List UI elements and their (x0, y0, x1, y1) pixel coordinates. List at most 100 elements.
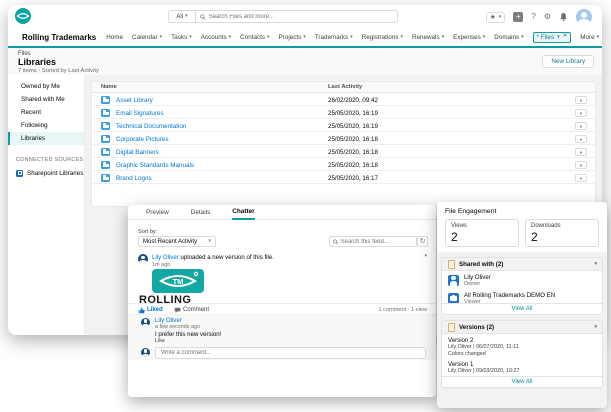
new-library-button[interactable]: New Library (542, 55, 594, 68)
tab-details[interactable]: Details (191, 209, 211, 219)
row-actions-menu[interactable]: ▾ (575, 108, 587, 117)
chevron-down-icon[interactable]: ▾ (557, 34, 560, 40)
search-scope-selector[interactable]: All ▾ (168, 10, 195, 23)
row-actions-menu[interactable]: ▾ (575, 147, 587, 156)
list-item[interactable]: Lily Oliver Owner (442, 271, 602, 289)
table-row: Corporate Pictures 25/05/2020, 16:18 ▾ (92, 132, 595, 145)
list-item[interactable]: Version 2 Lily Oliver | 06/07/2020, 11:1… (442, 334, 602, 358)
search-input[interactable] (208, 13, 393, 20)
version-name[interactable]: Version 1 (448, 361, 596, 368)
column-header-name[interactable]: Name (101, 84, 117, 90)
tab-preview[interactable]: Preview (146, 209, 169, 219)
nav-tab-expenses[interactable]: Expenses ▾ (453, 34, 485, 41)
shared-with-view-all-link[interactable]: View All (442, 303, 602, 314)
versions-card: Versions (2) ▾ Version 2 Lily Oliver | 0… (441, 320, 603, 388)
nav-tab-contacts[interactable]: Contacts ▾ (240, 34, 269, 41)
sidebar-item-recent[interactable]: Recent (8, 106, 84, 119)
search-icon (333, 238, 339, 244)
nav-tab-domains[interactable]: Domains ▾ (494, 34, 523, 41)
library-name-link[interactable]: Digital Banners (116, 149, 159, 156)
sidebar-item-libraries[interactable]: Libraries (8, 132, 84, 145)
library-name-link[interactable]: Asset Library (116, 97, 153, 104)
add-icon[interactable]: + (513, 12, 524, 22)
nav-tab-home[interactable]: Home (106, 34, 123, 41)
page-title: Libraries (18, 57, 57, 67)
library-name-link[interactable]: Email Signatures (116, 110, 164, 117)
table-row: Brand Logos 25/05/2020, 16:17 ▾ (92, 171, 595, 184)
sidebar-item-shared-with-me[interactable]: Shared with Me (8, 93, 84, 106)
nav-tab-projects[interactable]: Projects ▾ (279, 34, 306, 41)
app-name: Rolling Trademarks (22, 32, 97, 42)
comment-button[interactable]: Comment (174, 307, 209, 314)
global-header: All ▾ ★ ▾ + ? ⚙ (8, 5, 602, 28)
row-actions-menu[interactable]: ▾ (575, 134, 587, 143)
chevron-down-icon: ▾ (267, 33, 270, 40)
sort-order-value: Most Recent Activity (143, 238, 198, 245)
nav-tab-calendar[interactable]: Calendar ▾ (132, 34, 162, 41)
favorites-control[interactable]: ★ ▾ (485, 11, 506, 23)
library-folder-icon (101, 173, 110, 182)
library-name-link[interactable]: Corporate Pictures (116, 136, 169, 143)
nav-more-menu[interactable]: More ▾ (580, 34, 599, 41)
sort-order-select[interactable]: Most Recent Activity ▾ (138, 236, 216, 247)
row-actions-menu[interactable]: ▾ (575, 95, 587, 104)
post-author-link[interactable]: Lily Oliver (152, 254, 179, 261)
nav-tab-trademarks[interactable]: Trademarks ▾ (315, 34, 353, 41)
tab-chatter[interactable]: Chatter (232, 208, 255, 220)
list-item[interactable]: Version 1 Lily Oliver | 09/03/2020, 10:2… (442, 358, 602, 376)
shared-user-name[interactable]: Lily Oliver (464, 274, 491, 281)
files-sidebar: Owned by Me Shared with Me Recent Follow… (8, 75, 85, 335)
nav-tabs: Home Calendar ▾ Tasks ▾ Accounts ▾ Contacts… (106, 31, 599, 43)
shared-with-header[interactable]: Shared with (2) ▾ (442, 258, 602, 271)
row-actions-menu[interactable]: ▾ (575, 121, 587, 130)
refresh-feed-icon[interactable]: ↻ (417, 236, 428, 247)
global-search: All ▾ (168, 10, 398, 23)
nav-tab-files-active[interactable]: * Files ▾ ✕ (532, 31, 572, 43)
close-icon[interactable]: ✕ (563, 34, 568, 40)
file-preview-thumbnail[interactable]: TM ROLLING (138, 269, 222, 303)
sidebar-item-sharepoint-libraries[interactable]: Sharepoint Libraries (8, 166, 84, 180)
chevron-down-icon: ▾ (596, 33, 600, 40)
last-activity-value: 26/02/2020, 09:42 (328, 96, 378, 104)
notifications-bell-icon[interactable] (559, 12, 568, 22)
library-name-link[interactable]: Graphic Standards Manuals (116, 162, 194, 169)
row-actions-menu[interactable]: ▾ (575, 160, 587, 169)
user-avatar[interactable] (576, 9, 592, 25)
chevron-down-icon[interactable]: ▾ (594, 324, 597, 330)
help-icon[interactable]: ? (531, 13, 535, 21)
library-folder-icon (101, 121, 110, 130)
nav-tab-registrations[interactable]: Registrations ▾ (362, 34, 403, 41)
chevron-down-icon[interactable]: ▾ (594, 261, 597, 267)
last-activity-value: 25/05/2020, 16:18 (328, 161, 378, 169)
libraries-table: Name Last Activity Asset Library 26/02/2… (91, 81, 596, 207)
comment-like-link[interactable]: Like (155, 338, 165, 344)
comment-author-link[interactable]: Lily Oliver (155, 317, 182, 324)
chevron-down-icon: ▾ (350, 33, 353, 40)
versions-header[interactable]: Versions (2) ▾ (442, 321, 602, 334)
table-row: Graphic Standards Manuals 25/05/2020, 16… (92, 158, 595, 171)
comment-author-avatar[interactable] (141, 318, 150, 327)
post-author-avatar[interactable] (138, 254, 148, 264)
nav-tab-renewals[interactable]: Renewals ▾ (412, 34, 444, 41)
library-name-link[interactable]: Technical Documentation (116, 123, 186, 130)
column-header-last-activity[interactable]: Last Activity (328, 84, 362, 90)
nav-tab-tasks[interactable]: Tasks ▾ (171, 34, 192, 41)
library-folder-icon (101, 95, 110, 104)
feed-search-input[interactable] (340, 238, 413, 245)
svg-text:TM: TM (173, 277, 184, 286)
shared-group-name[interactable]: All Rolling Trademarks DEMO EN (464, 292, 555, 299)
comment-text: I prefer this new version! (155, 331, 222, 338)
row-actions-menu[interactable]: ▾ (575, 173, 587, 182)
nav-tab-accounts[interactable]: Accounts ▾ (201, 34, 231, 41)
versions-view-all-link[interactable]: View All (442, 376, 602, 387)
liked-button[interactable]: Liked (138, 307, 163, 314)
post-header-text: Lily Oliver uploaded a new version of th… (152, 254, 274, 261)
write-comment-input[interactable] (155, 346, 426, 359)
version-name[interactable]: Version 2 (448, 337, 596, 344)
post-actions-menu[interactable]: ▾ (424, 254, 427, 259)
setup-gear-icon[interactable]: ⚙ (544, 13, 551, 21)
search-input-box (195, 10, 398, 23)
sidebar-item-following[interactable]: Following (8, 119, 84, 132)
sidebar-item-owned-by-me[interactable]: Owned by Me (8, 80, 84, 93)
library-name-link[interactable]: Brand Logos (116, 175, 152, 182)
